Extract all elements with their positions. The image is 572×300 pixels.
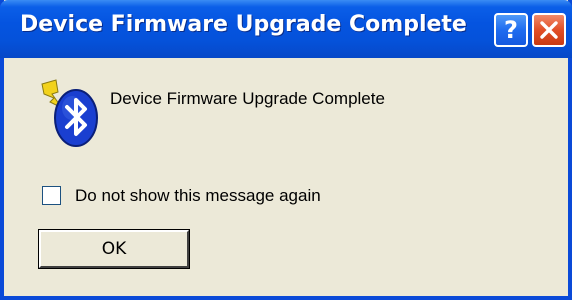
dialog-window: Device Firmware Upgrade Complete ? Devic… xyxy=(0,0,572,300)
help-button[interactable]: ? xyxy=(494,13,528,47)
title-bar[interactable]: Device Firmware Upgrade Complete ? xyxy=(0,0,572,58)
ok-button[interactable]: OK xyxy=(39,230,189,268)
bluetooth-icon xyxy=(36,78,102,150)
dont-show-again-label[interactable]: Do not show this message again xyxy=(75,186,321,206)
message-text: Device Firmware Upgrade Complete xyxy=(110,89,385,108)
dont-show-again-checkbox[interactable] xyxy=(42,186,61,205)
close-button[interactable] xyxy=(532,13,566,47)
close-icon xyxy=(540,21,558,39)
help-icon: ? xyxy=(504,16,518,44)
window-title: Device Firmware Upgrade Complete xyxy=(20,12,467,37)
